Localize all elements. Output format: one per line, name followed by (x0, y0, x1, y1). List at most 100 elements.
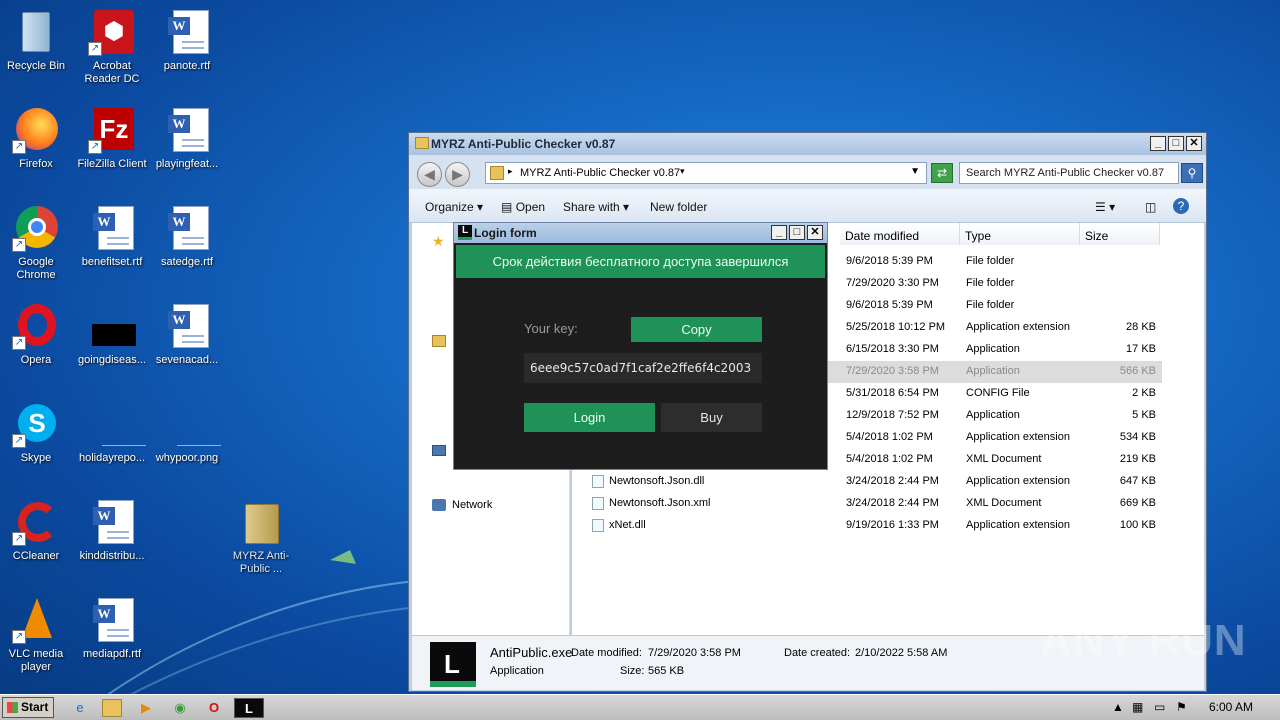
explorer-titlebar[interactable]: MYRZ Anti-Public Checker v0.87 _ □ ✕ (409, 133, 1206, 155)
login-titlebar[interactable]: L Login form _ □ ✕ (454, 223, 827, 243)
back-button[interactable]: ◀ (417, 162, 442, 187)
close-button[interactable]: ✕ (1186, 136, 1202, 151)
row-date: 5/4/2018 1:02 PM (846, 431, 933, 443)
desktop-icon-panote[interactable]: W panote.rtf (149, 4, 225, 94)
desktop-icon-whypoor[interactable]: whypoor.png (149, 396, 225, 486)
details-size: 565 KB (648, 665, 685, 677)
row-date: 9/6/2018 5:39 PM (846, 299, 933, 311)
row-date: 5/25/2018 10:12 PM (846, 321, 946, 333)
buy-button[interactable]: Buy (661, 403, 762, 432)
start-button[interactable]: Start (2, 697, 54, 718)
desktop-icon-playingfeat[interactable]: W playingfeat... (149, 102, 225, 192)
ie-icon[interactable]: e (68, 698, 92, 718)
details-date-created: 2/10/2022 5:58 AM (855, 647, 948, 659)
row-date: 3/24/2018 2:44 PM (846, 475, 939, 487)
help-icon[interactable]: ? (1173, 198, 1189, 214)
chevron-down-icon[interactable]: ▾ (680, 166, 685, 177)
table-row[interactable]: xNet.dll 9/19/2016 1:33 PM Application ext… (572, 515, 1162, 537)
column-date-modified[interactable]: Date modified (840, 223, 960, 245)
organize-button[interactable]: Organize ▾ (425, 200, 483, 214)
black-file-icon (88, 302, 136, 350)
network-tray-icon[interactable]: ▭ (1154, 700, 1165, 714)
nav-network[interactable]: Network (452, 499, 492, 511)
desktop-icon-opera[interactable]: ↗ Opera (0, 298, 74, 388)
flag-tray-icon[interactable]: ⚑ (1176, 700, 1187, 714)
minimize-button[interactable]: _ (771, 225, 787, 240)
word-doc-icon: W (163, 302, 211, 350)
maximize-button[interactable]: □ (1168, 136, 1184, 151)
vlc-icon: ↗ (12, 596, 60, 644)
row-date: 5/31/2018 6:54 PM (846, 387, 939, 399)
explorer-taskbar-icon[interactable] (102, 699, 122, 717)
desktop-icon-filezilla[interactable]: Fz ↗ FileZilla Client (74, 102, 150, 192)
computer-icon[interactable] (432, 445, 446, 456)
desktop-icon-mediapdf[interactable]: W mediapdf.rtf (74, 592, 150, 682)
desktop-icon-ccleaner[interactable]: ↗ CCleaner (0, 494, 74, 584)
antipublic-taskbar-icon[interactable]: L (234, 698, 264, 718)
chevron-down-icon: ▾ (623, 200, 630, 214)
desktop-icon-goingdiseas[interactable]: goingdiseas... (74, 298, 150, 388)
preview-pane-icon[interactable]: ◫ (1145, 200, 1156, 214)
column-type[interactable]: Type (960, 223, 1080, 245)
new-folder-button[interactable]: New folder (650, 200, 707, 214)
desktop-icon-vlc[interactable]: ↗ VLC media player (0, 592, 74, 682)
column-size[interactable]: Size (1080, 223, 1160, 245)
app-icon: L (458, 225, 472, 240)
libraries-icon[interactable] (432, 335, 446, 347)
open-button[interactable]: ▤ Open (501, 200, 545, 214)
desktop-icon-acrobat[interactable]: ⬢ ↗ Acrobat Reader DC (74, 4, 150, 94)
minimize-button[interactable]: _ (1150, 136, 1166, 151)
file-icon (592, 497, 604, 510)
chrome-taskbar-icon[interactable]: ◉ (168, 698, 192, 718)
app-icon: L (430, 642, 476, 687)
media-player-icon[interactable]: ▶ (134, 698, 158, 718)
desktop-icon-benefitset[interactable]: W benefitset.rtf (74, 200, 150, 290)
filezilla-icon: Fz ↗ (88, 106, 136, 154)
network-icon (432, 499, 446, 511)
window-title: MYRZ Anti-Public Checker v0.87 (431, 137, 616, 151)
word-doc-icon: W (163, 8, 211, 56)
address-bar[interactable]: ▸ MYRZ Anti-Public Checker v0.87 ▾ ▼ (485, 162, 927, 184)
view-options-icon[interactable]: ☰ ▾ (1095, 200, 1115, 214)
ccleaner-icon: ↗ (12, 498, 60, 546)
table-row[interactable]: Newtonsoft.Json.xml 3/24/2018 2:44 PM XML … (572, 493, 1162, 515)
row-type: File folder (966, 255, 1015, 267)
row-name: xNet.dll (609, 519, 646, 531)
desktop-icon-satedge[interactable]: W satedge.rtf (149, 200, 225, 290)
file-icon (592, 519, 604, 532)
firefox-icon: ↗ (12, 106, 60, 154)
row-size: 5 KB (1132, 409, 1156, 421)
tray-icon[interactable]: ▦ (1132, 700, 1143, 714)
copy-button[interactable]: Copy (631, 317, 762, 342)
favorites-star-icon[interactable]: ★ (432, 233, 445, 250)
desktop-icon-chrome[interactable]: ↗ Google Chrome (0, 200, 74, 290)
desktop-icon-holidayrepo[interactable]: holidayrepo... (74, 396, 150, 486)
desktop-icon-recycle-bin[interactable]: Recycle Bin (0, 4, 74, 94)
image-file-icon (163, 400, 221, 448)
table-row[interactable]: Newtonsoft.Json.dll 3/24/2018 2:44 PM Appl… (572, 471, 1162, 493)
refresh-button[interactable]: ⇄ (931, 163, 953, 183)
desktop-icon-firefox[interactable]: ↗ Firefox (0, 102, 74, 192)
row-type: Application extension (966, 475, 1070, 487)
desktop-icon-kinddistribu[interactable]: W kinddistribu... (74, 494, 150, 584)
show-hidden-icons[interactable]: ▲ (1112, 700, 1124, 714)
row-size: 534 KB (1119, 431, 1156, 443)
address-dropdown-icon[interactable]: ▼ (910, 166, 920, 177)
maximize-button[interactable]: □ (789, 225, 805, 240)
search-input[interactable]: Search MYRZ Anti-Public Checker v0.87 (959, 162, 1179, 184)
desktop-icon-skype[interactable]: S ↗ Skype (0, 396, 74, 486)
forward-button[interactable]: ▶ (445, 162, 470, 187)
search-icon[interactable]: ⚲ (1181, 163, 1203, 183)
key-field[interactable]: 6eee9c57c0ad7f1caf2e2ffe6f4c2003 (524, 353, 762, 383)
desktop-icon-sevenacad[interactable]: W sevenacad... (149, 298, 225, 388)
opera-taskbar-icon[interactable]: O (202, 698, 226, 718)
word-doc-icon: W (88, 498, 136, 546)
clock[interactable]: 6:00 AM (1209, 700, 1253, 714)
share-with-button[interactable]: Share with ▾ (563, 200, 629, 214)
desktop-icon-myrz-folder[interactable]: MYRZ Anti-Public ... (223, 494, 299, 584)
close-button[interactable]: ✕ (807, 225, 823, 240)
login-button[interactable]: Login (524, 403, 655, 432)
row-size: 566 KB (1119, 365, 1156, 377)
windows-flag-icon (7, 702, 18, 713)
folder-icon (415, 137, 429, 149)
